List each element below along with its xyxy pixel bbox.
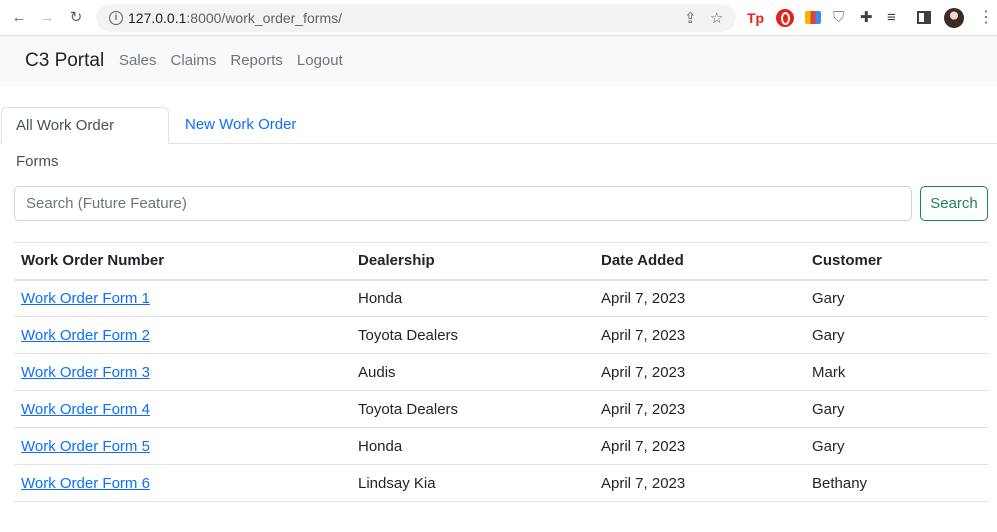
table-row: Work Order Form 1 Honda April 7, 2023 Ga… [14,279,988,317]
search-button[interactable]: Search [920,186,988,221]
search-input[interactable] [14,186,912,221]
address-bar[interactable]: i 127.0.0.1:8000/work_order_forms/ ⇪ ☆ [96,4,736,32]
work-order-table: Work Order Number Dealership Date Added … [14,242,988,502]
cell-number: Work Order Form 3 [14,353,351,391]
cell-dealership: Honda [351,279,594,317]
cell-date: April 7, 2023 [594,316,805,354]
column-header-date-added: Date Added [594,242,805,281]
cell-customer: Gary [805,427,988,465]
cell-dealership: Honda [351,427,594,465]
cell-customer: Gary [805,316,988,354]
nav-link-sales[interactable]: Sales [119,52,157,69]
opera-extension-icon[interactable] [776,9,794,27]
cell-number: Work Order Form 6 [14,464,351,502]
color-extension-icon[interactable] [805,11,821,24]
cell-customer: Gary [805,390,988,428]
nav-links: Sales Claims Reports Logout [119,52,343,69]
table-row: Work Order Form 3 Audis April 7, 2023 Ma… [14,353,988,391]
tab-all-work-order-forms[interactable]: All Work Order Forms [1,107,169,170]
cell-date: April 7, 2023 [594,353,805,391]
cell-date: April 7, 2023 [594,464,805,502]
url-path: :8000/work_order_forms/ [186,10,343,26]
tp-extension-icon[interactable]: Tp [747,9,765,27]
cell-date: April 7, 2023 [594,279,805,317]
column-header-customer: Customer [805,242,988,281]
cell-dealership: Lindsay Kia [351,464,594,502]
table-row: Work Order Form 6 Lindsay Kia April 7, 2… [14,464,988,502]
nav-link-logout[interactable]: Logout [297,52,343,69]
column-header-work-order-number: Work Order Number [14,242,351,281]
table-header-row: Work Order Number Dealership Date Added … [14,242,988,281]
table-row: Work Order Form 4 Toyota Dealers April 7… [14,390,988,428]
cell-dealership: Toyota Dealers [351,316,594,354]
cell-number: Work Order Form 1 [14,279,351,317]
brand-logo[interactable]: C3 Portal [25,50,104,72]
cell-customer: Gary [805,279,988,317]
url-host: 127.0.0.1 [128,10,187,26]
kebab-menu-icon[interactable]: ⋮ [978,8,994,28]
work-order-link[interactable]: Work Order Form 6 [21,475,150,492]
cell-number: Work Order Form 5 [14,427,351,465]
column-header-dealership: Dealership [351,242,594,281]
table-row: Work Order Form 2 Toyota Dealers April 7… [14,316,988,354]
star-icon[interactable]: ☆ [710,9,723,27]
table-row: Work Order Form 5 Honda April 7, 2023 Ga… [14,427,988,465]
cell-number: Work Order Form 4 [14,390,351,428]
cell-date: April 7, 2023 [594,427,805,465]
cell-dealership: Toyota Dealers [351,390,594,428]
share-icon[interactable]: ⇪ [684,9,697,27]
info-icon[interactable]: i [109,11,123,25]
tab-bar: All Work Order Forms New Work Order [0,107,997,170]
reading-list-icon[interactable]: ≡ [887,9,905,27]
reload-icon[interactable]: ↻ [66,8,86,28]
work-order-link[interactable]: Work Order Form 4 [21,401,150,418]
work-order-link[interactable]: Work Order Form 1 [21,290,150,307]
shield-extension-icon[interactable]: ⛉ [833,9,851,27]
nav-link-reports[interactable]: Reports [230,52,283,69]
side-panel-icon[interactable] [917,11,931,24]
cell-customer: Bethany [805,464,988,502]
cell-dealership: Audis [351,353,594,391]
forward-arrow-icon[interactable]: → [37,8,57,28]
extensions-icon[interactable]: ✚ [860,9,878,27]
tab-new-work-order[interactable]: New Work Order [171,107,310,144]
navbar: C3 Portal Sales Claims Reports Logout [0,36,997,86]
work-order-link[interactable]: Work Order Form 3 [21,364,150,381]
cell-number: Work Order Form 2 [14,316,351,354]
cell-date: April 7, 2023 [594,390,805,428]
work-order-link[interactable]: Work Order Form 5 [21,438,150,455]
back-arrow-icon[interactable]: ← [9,8,29,28]
url-text[interactable]: 127.0.0.1:8000/work_order_forms/ [128,10,342,26]
browser-toolbar: ← → ↻ i 127.0.0.1:8000/work_order_forms/… [0,0,997,36]
profile-avatar[interactable] [944,8,964,28]
nav-link-claims[interactable]: Claims [171,52,217,69]
cell-customer: Mark [805,353,988,391]
work-order-link[interactable]: Work Order Form 2 [21,327,150,344]
